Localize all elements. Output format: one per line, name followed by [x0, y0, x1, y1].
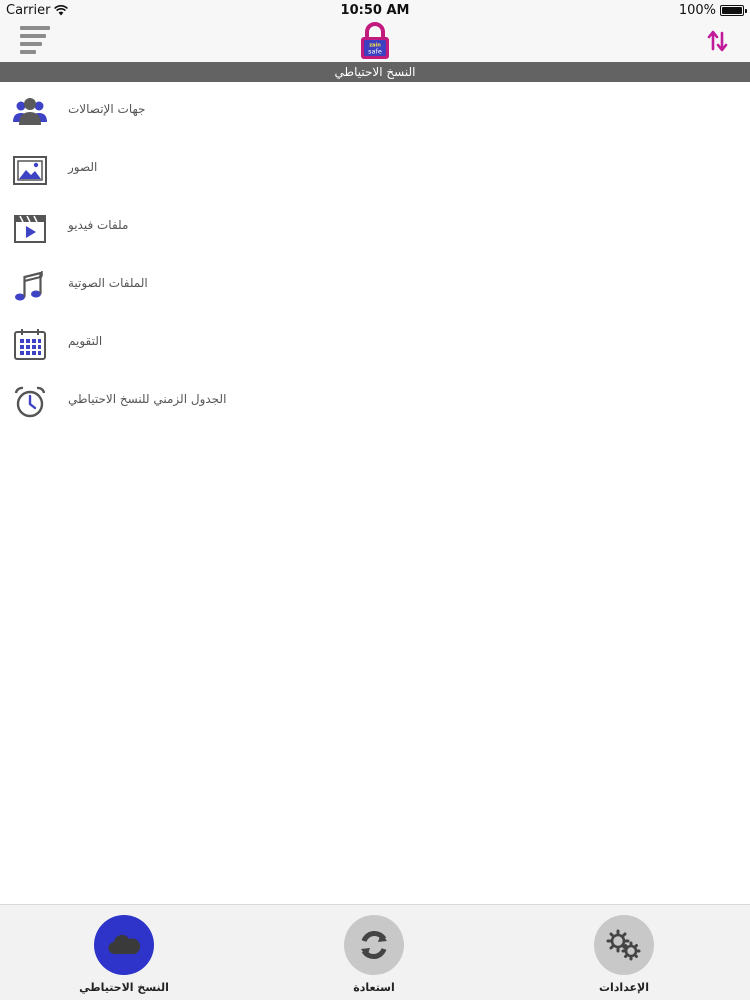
- battery-indicator: 100%: [678, 3, 747, 18]
- hamburger-icon: [20, 26, 54, 54]
- battery-percent: 100%: [678, 3, 716, 18]
- calendar-icon: [14, 329, 46, 360]
- sort-arrows-icon: [707, 30, 728, 52]
- status-bar: Carrier 10:50 AM 100%: [0, 0, 750, 20]
- photos-icon: [13, 156, 47, 185]
- music-icon: [15, 271, 43, 301]
- list-item-label: الصور: [68, 160, 98, 174]
- video-icon: [14, 215, 46, 243]
- cloud-icon: [108, 934, 141, 955]
- sort-button[interactable]: [706, 29, 730, 53]
- tab-restore-circle: [344, 915, 404, 975]
- list-item-contacts[interactable]: جهات الإتصالات: [0, 82, 750, 140]
- list-item-label: الملفات الصوتية: [68, 276, 148, 290]
- list-item-backup-schedule[interactable]: الجدول الزمني للنسخ الاحتياطي: [0, 372, 750, 430]
- menu-button[interactable]: [20, 26, 54, 56]
- list-item-audio[interactable]: الملفات الصوتية: [0, 256, 750, 314]
- section-title: النسخ الاحتياطي: [0, 62, 750, 82]
- contacts-icon: [13, 98, 47, 125]
- battery-icon: [720, 5, 747, 16]
- tab-restore[interactable]: استعادة: [299, 905, 449, 1000]
- tab-bar: النسخ الاحتياطي استعادة الإعدادات: [0, 904, 750, 1000]
- zain-safe-logo: zain safe: [361, 22, 389, 59]
- list-item-videos[interactable]: ملفات فيديو: [0, 198, 750, 256]
- list-item-label: الجدول الزمني للنسخ الاحتياطي: [68, 392, 227, 406]
- tab-label: استعادة: [353, 981, 395, 994]
- alarm-clock-icon: [14, 386, 46, 418]
- tab-label: النسخ الاحتياطي: [79, 981, 169, 994]
- status-time: 10:50 AM: [340, 3, 410, 18]
- nav-bar: zain safe: [0, 20, 750, 62]
- svg-text:safe: safe: [368, 48, 382, 56]
- restore-icon: [361, 931, 387, 959]
- tab-settings-circle: [594, 915, 654, 975]
- list-item-photos[interactable]: الصور: [0, 140, 750, 198]
- tab-backup[interactable]: النسخ الاحتياطي: [49, 905, 199, 1000]
- list-item-label: جهات الإتصالات: [68, 102, 146, 116]
- list-item-calendar[interactable]: التقويم: [0, 314, 750, 372]
- tab-backup-circle: [94, 915, 154, 975]
- list-item-label: ملفات فيديو: [68, 218, 129, 232]
- gears-icon: [606, 929, 641, 961]
- tab-label: الإعدادات: [598, 981, 650, 994]
- tab-settings[interactable]: الإعدادات: [549, 905, 699, 1000]
- list-item-label: التقويم: [68, 334, 103, 348]
